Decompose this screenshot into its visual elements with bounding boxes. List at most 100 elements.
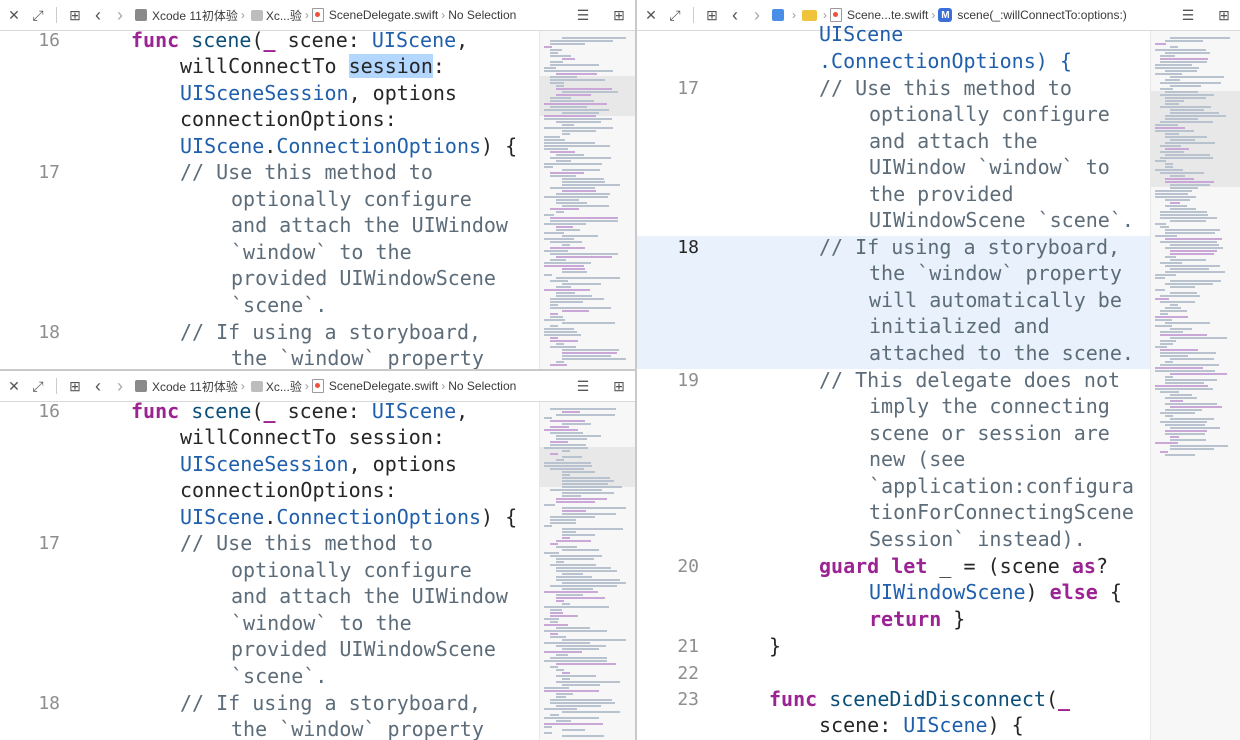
minimap-line (550, 313, 558, 315)
breadcrumb-selection[interactable]: No Selection (448, 8, 516, 22)
minimap-line (562, 91, 618, 93)
code-line: .ConnectionOptions) { (819, 49, 1072, 73)
editor-options-icon[interactable]: ☰ (573, 4, 593, 26)
folder-icon[interactable] (802, 9, 817, 21)
minimap-line (562, 483, 608, 485)
breadcrumb-file[interactable]: SceneDelegate.swift (311, 8, 438, 22)
minimap[interactable] (1150, 31, 1240, 740)
code-editor[interactable]: 16 func scene(_ scene: UIScene, willConn… (0, 399, 539, 740)
minimap-line (1170, 373, 1227, 375)
minimap-line (1165, 454, 1195, 456)
code-comment: the provided (869, 182, 1014, 206)
minimap-line (1165, 403, 1217, 405)
minimap-line (544, 46, 552, 48)
minimap-line (550, 55, 571, 57)
minimap-line (550, 61, 563, 63)
breadcrumb-project[interactable]: Xcode 11初体验 (135, 378, 238, 395)
minimap-line (544, 109, 609, 111)
minimap-line (1165, 229, 1220, 231)
minimap-line (550, 247, 585, 249)
editor-pane-right: ✕ ⤢ ⊞ ‹ › › › Scene...te.swift › Mscene(… (637, 0, 1240, 740)
minimap-line (562, 310, 589, 312)
minimap-line (1155, 130, 1194, 132)
minimap-line (1155, 274, 1176, 276)
minimap-line (562, 534, 595, 536)
close-icon[interactable]: ✕ (639, 4, 663, 26)
code-editor[interactable]: UIScene .ConnectionOptions) { 17 // Use … (637, 22, 1150, 740)
project-icon[interactable] (772, 9, 784, 21)
expand-icon[interactable]: ⤢ (26, 375, 50, 397)
minimap-line (550, 253, 618, 255)
breadcrumb-separator: › (441, 8, 446, 22)
split-divider-horizontal[interactable] (0, 369, 635, 371)
minimap-line (1165, 70, 1197, 72)
expand-icon[interactable]: ⤢ (26, 4, 50, 26)
minimap-line (1170, 109, 1204, 111)
minimap-line (1165, 379, 1217, 381)
minimap-line (556, 343, 564, 345)
minimap-line (544, 726, 552, 728)
back-chevron-icon[interactable]: ‹ (87, 4, 109, 26)
minimap-line (556, 576, 592, 578)
back-chevron-icon[interactable]: ‹ (87, 375, 109, 397)
add-editor-icon[interactable]: ⊞ (609, 375, 629, 397)
code-comment: imply the connecting (869, 394, 1110, 418)
editor-options-icon[interactable]: ☰ (573, 375, 593, 397)
minimap-line (550, 43, 585, 45)
minimap-line (544, 606, 609, 608)
code-line: UIScene.ConnectionOptions) { (180, 505, 518, 529)
minimap-line (556, 669, 564, 671)
project-icon (135, 9, 147, 21)
minimap-line (550, 453, 558, 455)
related-items-grid-icon[interactable]: ⊞ (700, 4, 724, 26)
minimap-line (1165, 271, 1225, 273)
breadcrumb-group[interactable]: Xc...验 (248, 7, 302, 24)
minimap-line (562, 477, 610, 479)
breadcrumb-method[interactable]: Mscene(_:willConnectTo:options:) (938, 8, 1127, 22)
minimap-line (556, 286, 571, 288)
minimap-line (1160, 217, 1217, 219)
add-editor-icon[interactable]: ⊞ (609, 4, 629, 26)
code-line: } (769, 634, 782, 658)
minimap-line (1165, 142, 1215, 144)
forward-chevron-icon[interactable]: › (109, 375, 131, 397)
minimap-line (544, 265, 584, 267)
minimap[interactable] (539, 31, 635, 369)
related-items-grid-icon[interactable]: ⊞ (63, 375, 87, 397)
breadcrumb-file[interactable]: SceneDelegate.swift (311, 379, 438, 393)
line-number: 17 (38, 533, 60, 554)
forward-chevron-icon[interactable]: › (109, 4, 131, 26)
minimap-line (562, 456, 582, 458)
minimap-line (556, 229, 580, 231)
breadcrumb-project[interactable]: Xcode 11初体验 (135, 7, 238, 24)
breadcrumb-selection[interactable]: No Selection (448, 379, 516, 393)
code-comment: UIWindow `window` to (869, 155, 1110, 179)
breadcrumb-file[interactable]: Scene...te.swift (830, 8, 928, 22)
minimap-line (562, 471, 595, 473)
minimap-line (1170, 445, 1228, 447)
minimap-line (1155, 127, 1185, 129)
minimap-line (550, 516, 595, 518)
minimap-line (556, 414, 615, 416)
minimap-line (1155, 277, 1165, 279)
related-items-grid-icon[interactable]: ⊞ (63, 4, 87, 26)
breadcrumb-separator: › (792, 8, 796, 22)
code-line: willConnectTo session: (180, 425, 445, 449)
minimap-line (556, 193, 610, 195)
expand-icon[interactable]: ⤢ (663, 4, 687, 26)
minimap-line (1165, 397, 1197, 399)
minimap-line (1165, 322, 1210, 324)
minimap-line (1160, 106, 1211, 108)
minimap[interactable] (539, 402, 635, 740)
minimap-line (1170, 268, 1209, 270)
minimap-line (544, 115, 596, 117)
editor-options-icon[interactable]: ☰ (1178, 4, 1198, 26)
breadcrumb-group[interactable]: Xc...验 (248, 378, 302, 395)
add-editor-icon[interactable]: ⊞ (1214, 4, 1234, 26)
forward-chevron-icon[interactable]: › (746, 4, 768, 26)
editor-pane-left-top: ✕ ⤢ ⊞ ‹ › Xcode 11初体验 › Xc...验 › SceneDe… (0, 0, 635, 369)
code-editor[interactable]: 16 func scene(_ scene: UIScene, willConn… (0, 28, 539, 369)
back-chevron-icon[interactable]: ‹ (724, 4, 746, 26)
close-icon[interactable]: ✕ (2, 4, 26, 26)
close-icon[interactable]: ✕ (2, 375, 26, 397)
